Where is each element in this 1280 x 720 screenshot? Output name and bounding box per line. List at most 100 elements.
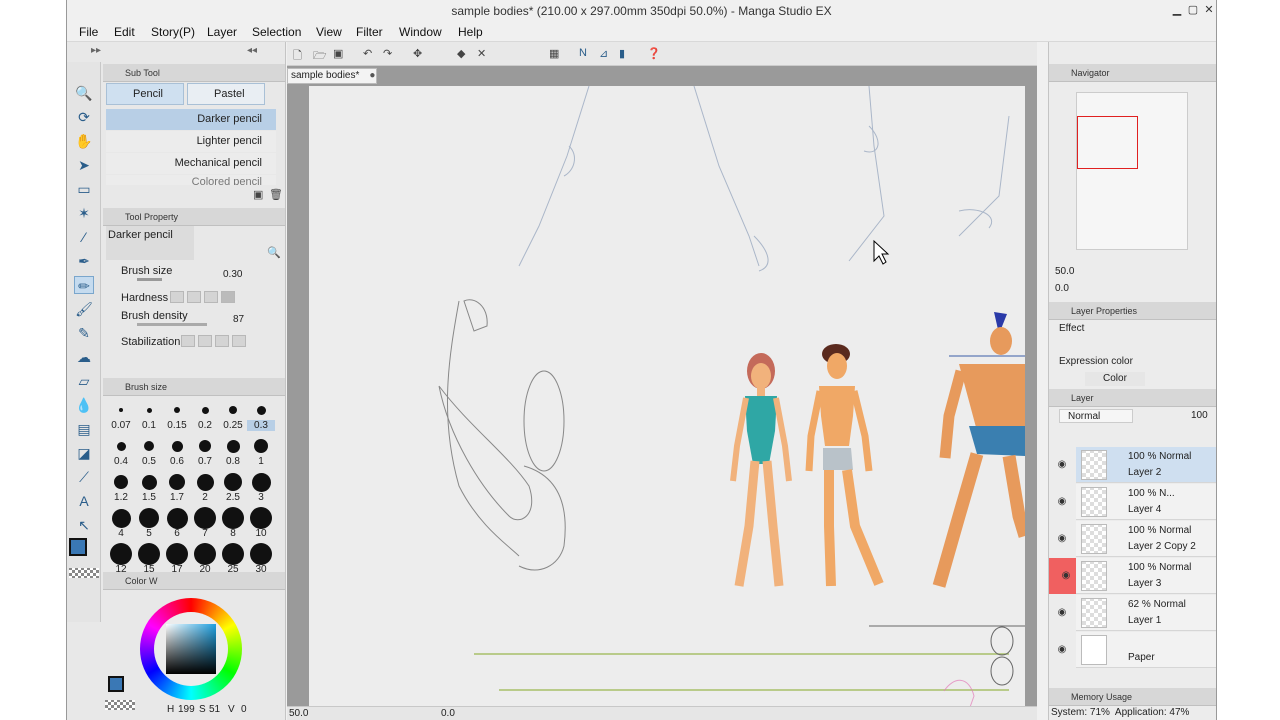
layer-visibility-icon[interactable]: ◉ [1055, 495, 1069, 509]
stabilization-option[interactable] [181, 335, 195, 347]
brush-size-option[interactable]: 0.3 [247, 420, 275, 431]
brush-size-dot[interactable] [226, 439, 240, 453]
save-icon[interactable]: ▣ [333, 47, 343, 60]
menu-file[interactable]: File [79, 25, 98, 39]
add-subtool-icon[interactable]: ▣ [253, 188, 263, 201]
canvas-angle-value[interactable]: 0.0 [441, 708, 455, 719]
stabilization-option[interactable] [198, 335, 212, 347]
menu-help[interactable]: Help [458, 25, 483, 39]
brush-size-dot[interactable] [174, 407, 180, 413]
brush-size-option[interactable]: 6 [163, 528, 191, 539]
brush-size-option[interactable]: 0.1 [135, 420, 163, 431]
undo-icon[interactable]: ↶ [363, 47, 372, 60]
color-wheel[interactable] [140, 598, 242, 700]
brush-size-option[interactable]: 0.4 [107, 456, 135, 467]
brush-size-dot[interactable] [194, 507, 216, 529]
brush-size-option[interactable]: 20 [191, 564, 219, 575]
airbrush-icon[interactable]: ✎ [74, 324, 94, 342]
hardness-option[interactable] [187, 291, 201, 303]
maximize-icon[interactable]: ▢ [1187, 4, 1199, 16]
layer-row[interactable]: 100 % Normal Layer 2 [1076, 447, 1216, 483]
brush-size-dot[interactable] [166, 507, 188, 529]
brush-density-value[interactable]: 87 [233, 314, 244, 325]
brush-size-dot[interactable] [250, 507, 272, 529]
transparent-color-swatch[interactable] [69, 568, 99, 578]
brush-size-option[interactable]: 1.7 [163, 492, 191, 503]
text-tool-icon[interactable]: A [74, 492, 94, 510]
brush-size-dot[interactable] [222, 507, 244, 529]
close-icon[interactable]: ✕ [1203, 4, 1215, 16]
layer-visibility-icon[interactable]: ◉ [1055, 458, 1069, 472]
brush-size-dot[interactable] [119, 408, 123, 412]
brush-density-slider[interactable] [137, 323, 207, 326]
brush-size-option[interactable]: 8 [219, 528, 247, 539]
brush-size-option[interactable]: 10 [247, 528, 275, 539]
layer-visibility-icon[interactable]: ◉ [1055, 606, 1069, 620]
select-rect-icon[interactable]: ▭ [74, 180, 94, 198]
brush-size-dot[interactable] [166, 543, 188, 565]
menu-edit[interactable]: Edit [114, 25, 135, 39]
delete-subtool-icon[interactable]: 🗑 [269, 188, 283, 201]
brush-size-dot[interactable] [110, 543, 132, 565]
menu-story[interactable]: Story(P) [151, 25, 195, 39]
snap-special-icon[interactable]: ⊿ [599, 47, 608, 60]
tab-pastel[interactable]: Pastel [187, 83, 265, 105]
clear-selection-icon[interactable]: ✕ [477, 47, 486, 60]
brush-size-option[interactable]: 2.5 [219, 492, 247, 503]
brush-tool-icon[interactable]: 🖌 [74, 300, 94, 318]
shape-tool-icon[interactable]: ◪ [74, 444, 94, 462]
brush-size-option[interactable]: 12 [107, 564, 135, 575]
brush-size-option[interactable]: 1.5 [135, 492, 163, 503]
layer-row[interactable]: 100 % Normal Layer 2 Copy 2 [1076, 521, 1216, 557]
brush-size-dot[interactable] [171, 440, 183, 452]
eyedropper-icon[interactable]: ⁄ [74, 228, 94, 246]
brush-size-dot[interactable] [199, 440, 211, 452]
brush-size-dot[interactable] [146, 407, 152, 413]
brush-size-option[interactable]: 1 [247, 456, 275, 467]
layer-row[interactable]: 100 % N... Layer 4 [1076, 484, 1216, 520]
gradient-icon[interactable]: ▤ [74, 420, 94, 438]
brush-size-option[interactable]: 0.8 [219, 456, 247, 467]
brush-size-option[interactable]: 0.7 [191, 456, 219, 467]
menu-view[interactable]: View [316, 25, 342, 39]
brush-colored-pencil[interactable]: Colored pencil [106, 175, 276, 185]
eraser-icon[interactable]: ▱ [74, 372, 94, 390]
open-file-icon[interactable]: 🗁 [313, 47, 327, 66]
canvas-zoom-value[interactable]: 50.0 [289, 708, 308, 719]
snap-ruler-icon[interactable]: N [579, 47, 587, 59]
brush-size-option[interactable]: 0.6 [163, 456, 191, 467]
brush-size-dot[interactable] [250, 543, 272, 565]
brush-size-option[interactable]: 4 [107, 528, 135, 539]
brush-size-option[interactable]: 0.25 [219, 420, 247, 431]
brush-size-dot[interactable] [251, 472, 271, 492]
brush-mechanical-pencil[interactable]: Mechanical pencil [106, 153, 276, 174]
hardness-option[interactable] [204, 291, 218, 303]
brush-size-dot[interactable] [111, 508, 131, 528]
brush-size-option[interactable]: 2 [191, 492, 219, 503]
hand-tool-icon[interactable]: ✋ [74, 132, 94, 150]
navigator-rotate-value[interactable]: 0.0 [1055, 283, 1069, 294]
brush-size-dot[interactable] [194, 543, 216, 565]
minimize-icon[interactable]: ▁ [1171, 4, 1183, 16]
move-tool-icon[interactable]: ➤ [74, 156, 94, 174]
layer-visibility-icon[interactable]: ◉ [1055, 643, 1069, 657]
object-tool-icon[interactable]: ↖ [74, 516, 94, 534]
main-color-swatch[interactable] [69, 538, 87, 556]
tab-pencil[interactable]: Pencil [106, 83, 184, 105]
brush-size-slider[interactable] [137, 278, 162, 281]
brush-size-dot[interactable] [256, 405, 266, 415]
close-tab-icon[interactable]: ● [369, 70, 375, 81]
saturation-value-box[interactable] [166, 624, 216, 674]
document-tab[interactable]: sample bodies* ● [287, 68, 377, 84]
brush-size-dot[interactable] [139, 508, 159, 528]
brush-darker-pencil[interactable]: Darker pencil [106, 109, 276, 130]
brush-search-icon[interactable]: 🔍 [267, 246, 281, 259]
stabilization-option[interactable] [215, 335, 229, 347]
new-file-icon[interactable]: 🗋 [293, 47, 302, 66]
brush-size-dot[interactable] [141, 474, 157, 490]
brush-size-option[interactable]: 0.07 [107, 420, 135, 431]
stabilization-option[interactable] [232, 335, 246, 347]
ruler-tool-icon[interactable]: ⟋ [74, 468, 94, 486]
menu-selection[interactable]: Selection [252, 25, 301, 39]
layer-row[interactable]: Paper [1076, 632, 1216, 668]
